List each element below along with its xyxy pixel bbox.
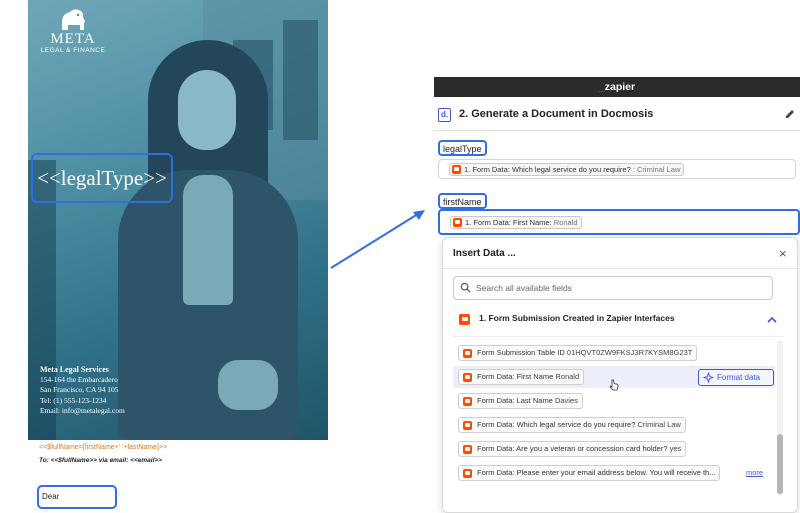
format-data-button[interactable]: Format data bbox=[698, 369, 774, 386]
trigger-group-header[interactable]: 1. Form Submission Created in Zapier Int… bbox=[453, 310, 783, 332]
field-chip[interactable]: Form Submission Table ID 01HQVT0ZW9FKSJ3… bbox=[458, 345, 698, 361]
field-chip[interactable]: Form Data: First Name Ronald bbox=[458, 369, 585, 385]
step-header[interactable]: d. 2. Generate a Document in Docmosis bbox=[434, 103, 800, 129]
document-preview: META LEGAL & FINANCE <<legalType>> Meta … bbox=[0, 0, 330, 513]
field-label: Form Data: First Name bbox=[477, 372, 554, 381]
logo-name: META bbox=[50, 31, 96, 47]
legaltype-mapped-chip[interactable]: 1. Form Data: Which legal service do you… bbox=[449, 163, 685, 176]
zapier-interfaces-icon bbox=[453, 218, 462, 227]
search-field[interactable] bbox=[453, 276, 773, 300]
search-icon bbox=[460, 282, 471, 293]
zapier-interfaces-icon bbox=[463, 349, 472, 358]
field-label: Form Data: Please enter your email addre… bbox=[477, 468, 716, 477]
divider bbox=[453, 336, 783, 337]
zapier-interfaces-icon bbox=[452, 165, 461, 174]
field-chip[interactable]: Form Data: Please enter your email addre… bbox=[458, 465, 721, 481]
list-item-hovered[interactable]: Form Data: First Name Ronald Format data bbox=[453, 366, 775, 391]
zapier-interfaces-icon bbox=[463, 445, 472, 454]
list-item[interactable]: Form Data: Last Name Davies bbox=[453, 390, 775, 412]
company-logo: META LEGAL & FINANCE bbox=[38, 6, 108, 62]
legal-type-placeholder: <<legalType>> bbox=[31, 153, 173, 203]
zapier-interfaces-icon bbox=[463, 397, 472, 406]
address-email: Email: info@metalegal.com bbox=[40, 405, 125, 415]
divider bbox=[443, 268, 797, 269]
cover-photo: META LEGAL & FINANCE <<legalType>> Meta … bbox=[28, 0, 328, 440]
zapier-interfaces-icon bbox=[463, 469, 472, 478]
list-item[interactable]: Form Data: Are you a veteran or concessi… bbox=[453, 438, 775, 460]
scrollbar-thumb[interactable] bbox=[777, 434, 783, 494]
close-icon[interactable]: × bbox=[779, 246, 787, 261]
chip-label: 1. Form Data: First Name: bbox=[465, 218, 552, 227]
zapier-interfaces-icon bbox=[463, 421, 472, 430]
field-value: Ronald bbox=[555, 372, 580, 381]
search-input[interactable] bbox=[476, 280, 766, 296]
field-label: Form Data: Last Name bbox=[477, 396, 553, 405]
more-link[interactable]: more bbox=[746, 468, 763, 477]
pencil-icon[interactable] bbox=[785, 109, 795, 119]
background-building bbox=[283, 20, 318, 140]
docmosis-icon: d. bbox=[438, 108, 451, 122]
field-label: Form Data: Which legal service do you re… bbox=[477, 420, 636, 429]
chip-value: : Criminal Law bbox=[632, 165, 681, 174]
list-item[interactable]: Form Submission Table ID 01HQVT0ZW9FKSJ3… bbox=[453, 342, 775, 364]
chip-value: Ronald bbox=[553, 218, 578, 227]
chip-label: 1. Form Data: Which legal service do you… bbox=[464, 165, 631, 174]
popup-title: Insert Data ... bbox=[453, 248, 516, 259]
address-line2: San Francisco, CA 94 105 bbox=[40, 385, 119, 395]
address-company: Meta Legal Services bbox=[40, 365, 109, 374]
firstname-field-label: firstName bbox=[438, 193, 487, 209]
person-hands-with-tablet bbox=[218, 360, 278, 410]
screenshot-canvas: META LEGAL & FINANCE <<legalType>> Meta … bbox=[0, 0, 800, 513]
legaltype-field-label: legalType bbox=[438, 140, 487, 156]
firstname-mapped-chip[interactable]: 1. Form Data: First Name: Ronald bbox=[450, 216, 582, 229]
fullname-merge-field: <<$fullName=[firstName+' '+lastName]>> bbox=[39, 444, 168, 451]
zapier-interfaces-icon bbox=[463, 373, 472, 382]
lion-logo-icon bbox=[62, 9, 85, 31]
address-block: Meta Legal Services 154-164 the Embarcad… bbox=[40, 365, 125, 416]
field-value: yes bbox=[669, 444, 682, 453]
to-line: To: <<$fullName>> via email: <<email>> bbox=[39, 457, 162, 464]
format-data-label: Format data bbox=[717, 373, 761, 382]
sparkle-icon bbox=[703, 372, 714, 383]
field-chip[interactable]: Form Data: Are you a veteran or concessi… bbox=[458, 441, 687, 457]
dear-firstname-placeholder: Dear <<firstName>>, bbox=[37, 485, 117, 513]
group-title: 1. Form Submission Created in Zapier Int… bbox=[479, 313, 675, 323]
person-face bbox=[178, 70, 236, 150]
field-chip[interactable]: Form Data: Last Name Davies bbox=[458, 393, 583, 409]
field-label: Form Data: Are you a veteran or concessi… bbox=[477, 444, 668, 453]
zapier-editor: _zapier d. 2. Generate a Document in Doc… bbox=[434, 77, 800, 513]
zapier-header: _zapier bbox=[434, 77, 800, 97]
field-value: Criminal Law bbox=[637, 420, 681, 429]
field-label: Form Submission Table ID bbox=[477, 348, 565, 357]
address-line1: 154-164 the Embarcadero bbox=[40, 375, 118, 385]
arrow-icon bbox=[330, 210, 425, 269]
person-shirt bbox=[183, 175, 233, 305]
divider bbox=[434, 130, 800, 131]
zapier-interfaces-icon bbox=[459, 314, 470, 325]
logo-subtitle: LEGAL & FINANCE bbox=[40, 47, 106, 54]
address-tel: Tel: (1) 555-123-1234 bbox=[40, 395, 107, 405]
field-value: Davies bbox=[554, 396, 578, 405]
list-item[interactable]: Form Data: Please enter your email addre… bbox=[453, 462, 775, 484]
list-item[interactable]: Form Data: Which legal service do you re… bbox=[453, 414, 775, 436]
zapier-logo: zapier bbox=[604, 81, 636, 93]
field-chip[interactable]: Form Data: Which legal service do you re… bbox=[458, 417, 686, 433]
legaltype-field-input[interactable]: 1. Form Data: Which legal service do you… bbox=[438, 159, 796, 179]
field-value: 01HQVT0ZW9FKSJ3R7KYSM8G23T bbox=[566, 348, 693, 357]
step-title: 2. Generate a Document in Docmosis bbox=[459, 108, 654, 120]
insert-data-popup: Insert Data ... × 1. Form Submission Cre… bbox=[442, 237, 798, 513]
firstname-field-input[interactable]: 1. Form Data: First Name: Ronald bbox=[438, 209, 800, 235]
chevron-up-icon[interactable] bbox=[767, 316, 777, 324]
